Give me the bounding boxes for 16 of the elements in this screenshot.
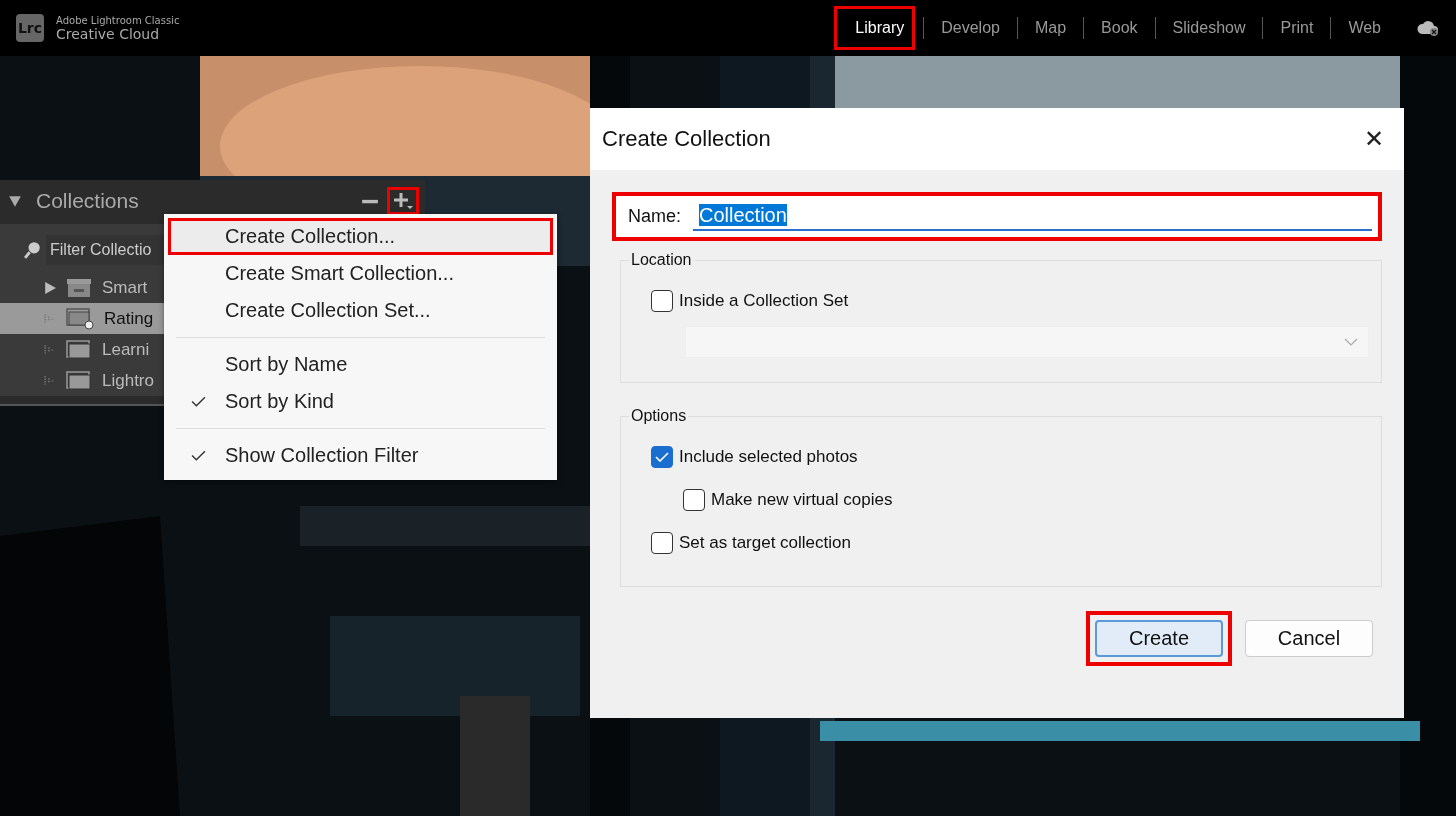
product-name: Adobe Lightroom Classic [56,14,180,26]
collection-name: Lightro [102,370,154,391]
checkbox-label: Include selected photos [679,446,858,467]
collection-name: Smart [102,277,148,298]
suite-name: Creative Cloud [56,25,161,42]
group-title: Location [630,251,693,269]
collection-name: Learni [102,339,150,360]
collection-name: Rating [104,308,154,329]
checkbox-label: Inside a Collection Set [679,290,849,311]
dialog-title: Create Collection [602,126,771,152]
app-logo: Lrc [16,14,44,42]
group-title: Options [630,407,688,425]
checkbox-label: Set as target collection [679,532,851,553]
checkbox-label: Make new virtual copies [711,489,893,510]
panel-title: Collections [36,189,139,213]
name-label: Name: [628,206,681,227]
